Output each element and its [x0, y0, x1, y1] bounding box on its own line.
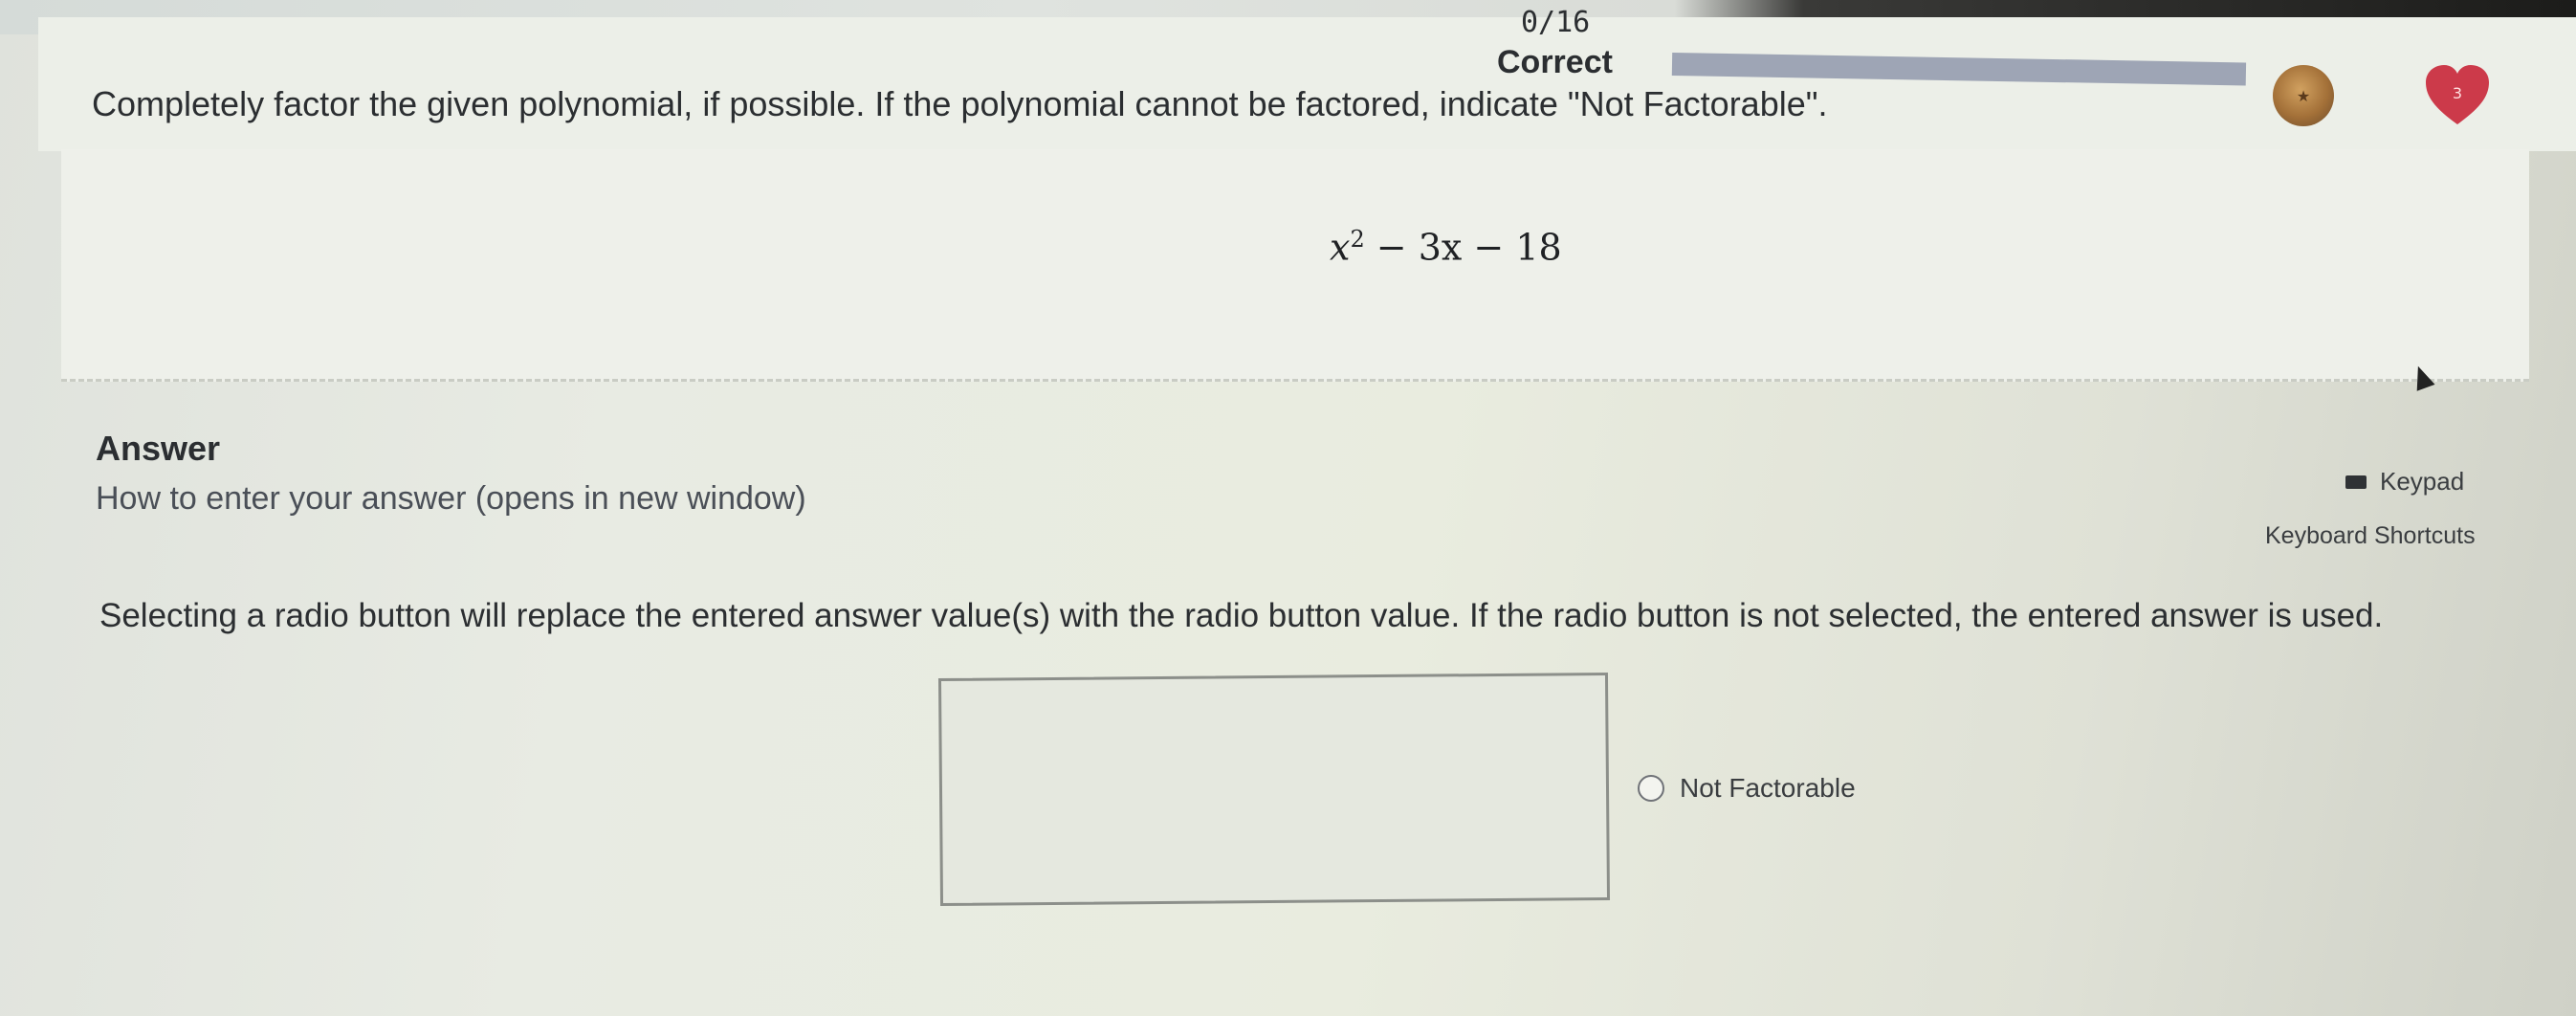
hearts-count: 3: [2452, 84, 2463, 102]
answer-input[interactable]: [937, 672, 1611, 907]
keypad-icon: [2345, 475, 2367, 489]
expression-exponent: 2: [1350, 226, 1365, 253]
star-icon: ★: [2296, 86, 2311, 105]
expression-base: x: [1330, 226, 1351, 269]
question-card: [61, 149, 2529, 382]
answer-heading: Answer: [96, 429, 221, 468]
expression-rest: − 3x − 18: [1364, 226, 1562, 269]
radio-instruction: Selecting a radio button will replace th…: [99, 597, 2384, 634]
keypad-label: Keypad: [2380, 467, 2465, 496]
question-prompt: Completely factor the given polynomial, …: [92, 84, 1828, 123]
status-label: Correct: [1497, 44, 1613, 80]
not-factorable-option[interactable]: Not Factorable: [1638, 773, 1856, 804]
streak-medal-icon[interactable]: ★: [2273, 65, 2334, 126]
heart-icon[interactable]: 3: [2424, 63, 2491, 130]
keyboard-shortcuts-link[interactable]: Keyboard Shortcuts: [2265, 522, 2476, 550]
radio-label: Not Factorable: [1680, 773, 1856, 803]
polynomial-expression: x2 − 3x − 18: [1330, 226, 1562, 269]
score-counter: 0/16: [1521, 6, 1591, 39]
radio-icon[interactable]: [1638, 775, 1664, 802]
keypad-toggle[interactable]: Keypad: [2345, 467, 2464, 497]
help-link[interactable]: How to enter your answer (opens in new w…: [96, 480, 806, 518]
